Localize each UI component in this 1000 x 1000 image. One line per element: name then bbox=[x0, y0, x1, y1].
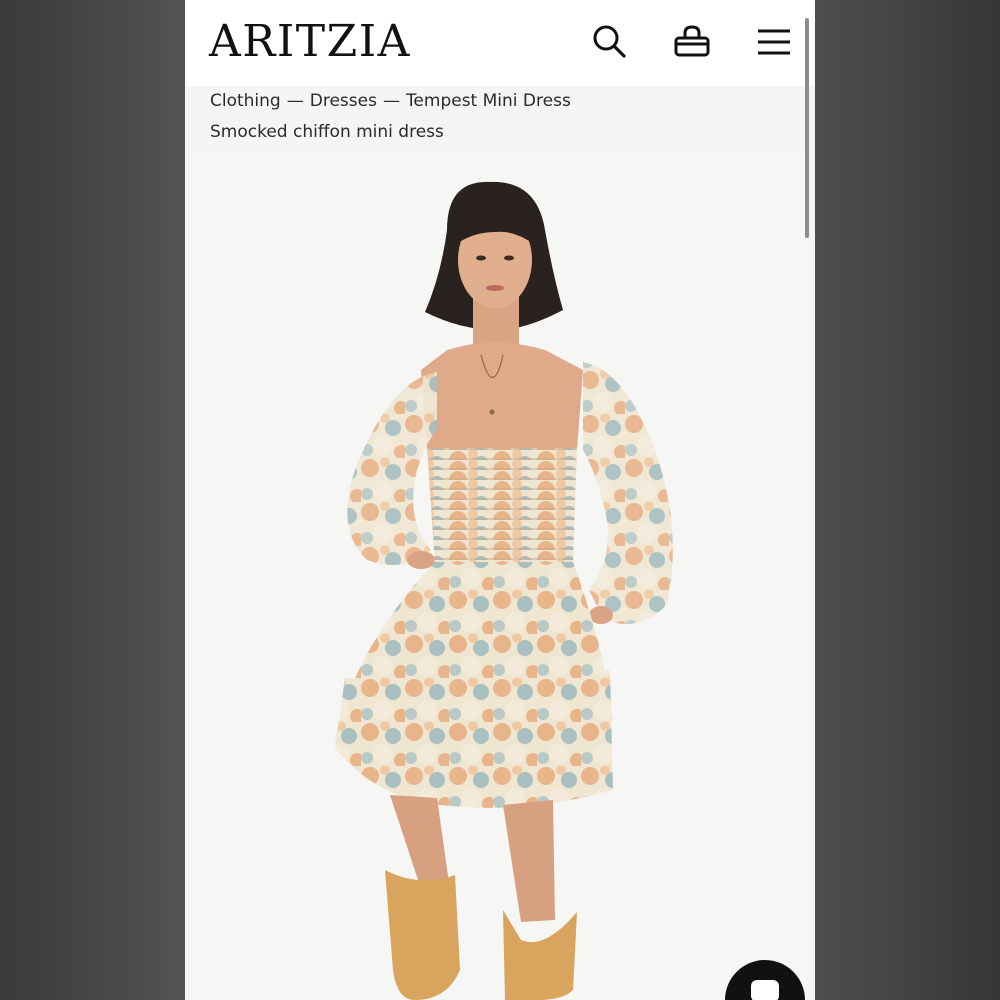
breadcrumb-dresses[interactable]: Dresses bbox=[310, 91, 377, 111]
right-hand bbox=[589, 606, 613, 624]
eye-left bbox=[476, 255, 486, 261]
breadcrumb-current: Tempest Mini Dress bbox=[405, 91, 571, 111]
product-subtitle: Smocked chiffon mini dress bbox=[210, 122, 444, 142]
brand-logo[interactable]: ARITZIA bbox=[209, 16, 411, 68]
breadcrumb-clothing[interactable]: Clothing bbox=[210, 91, 281, 111]
menu-button[interactable] bbox=[754, 22, 794, 62]
necklace-pendant bbox=[489, 409, 495, 415]
search-button[interactable] bbox=[590, 22, 630, 62]
eye-right bbox=[504, 255, 514, 261]
bag-button[interactable] bbox=[672, 22, 712, 62]
scrollbar[interactable] bbox=[805, 18, 809, 238]
breadcrumb-separator: — bbox=[286, 91, 304, 111]
left-boot bbox=[385, 870, 460, 1000]
phone-screen: ARITZIA Clothing — Dresses — Tempest Mini Dr… bbox=[185, 0, 815, 1000]
breadcrumb-separator: — bbox=[382, 91, 400, 111]
bag-icon bbox=[674, 25, 710, 57]
menu-icon bbox=[758, 29, 790, 55]
mouth bbox=[486, 285, 504, 291]
search-icon bbox=[593, 25, 626, 58]
chat-icon bbox=[751, 980, 779, 1000]
dress-bodice bbox=[427, 448, 577, 565]
breadcrumb: Clothing — Dresses — Tempest Mini Dress bbox=[210, 89, 571, 113]
site-header: ARITZIA bbox=[185, 0, 815, 86]
product-image[interactable] bbox=[185, 150, 815, 1000]
left-hand bbox=[407, 551, 435, 569]
